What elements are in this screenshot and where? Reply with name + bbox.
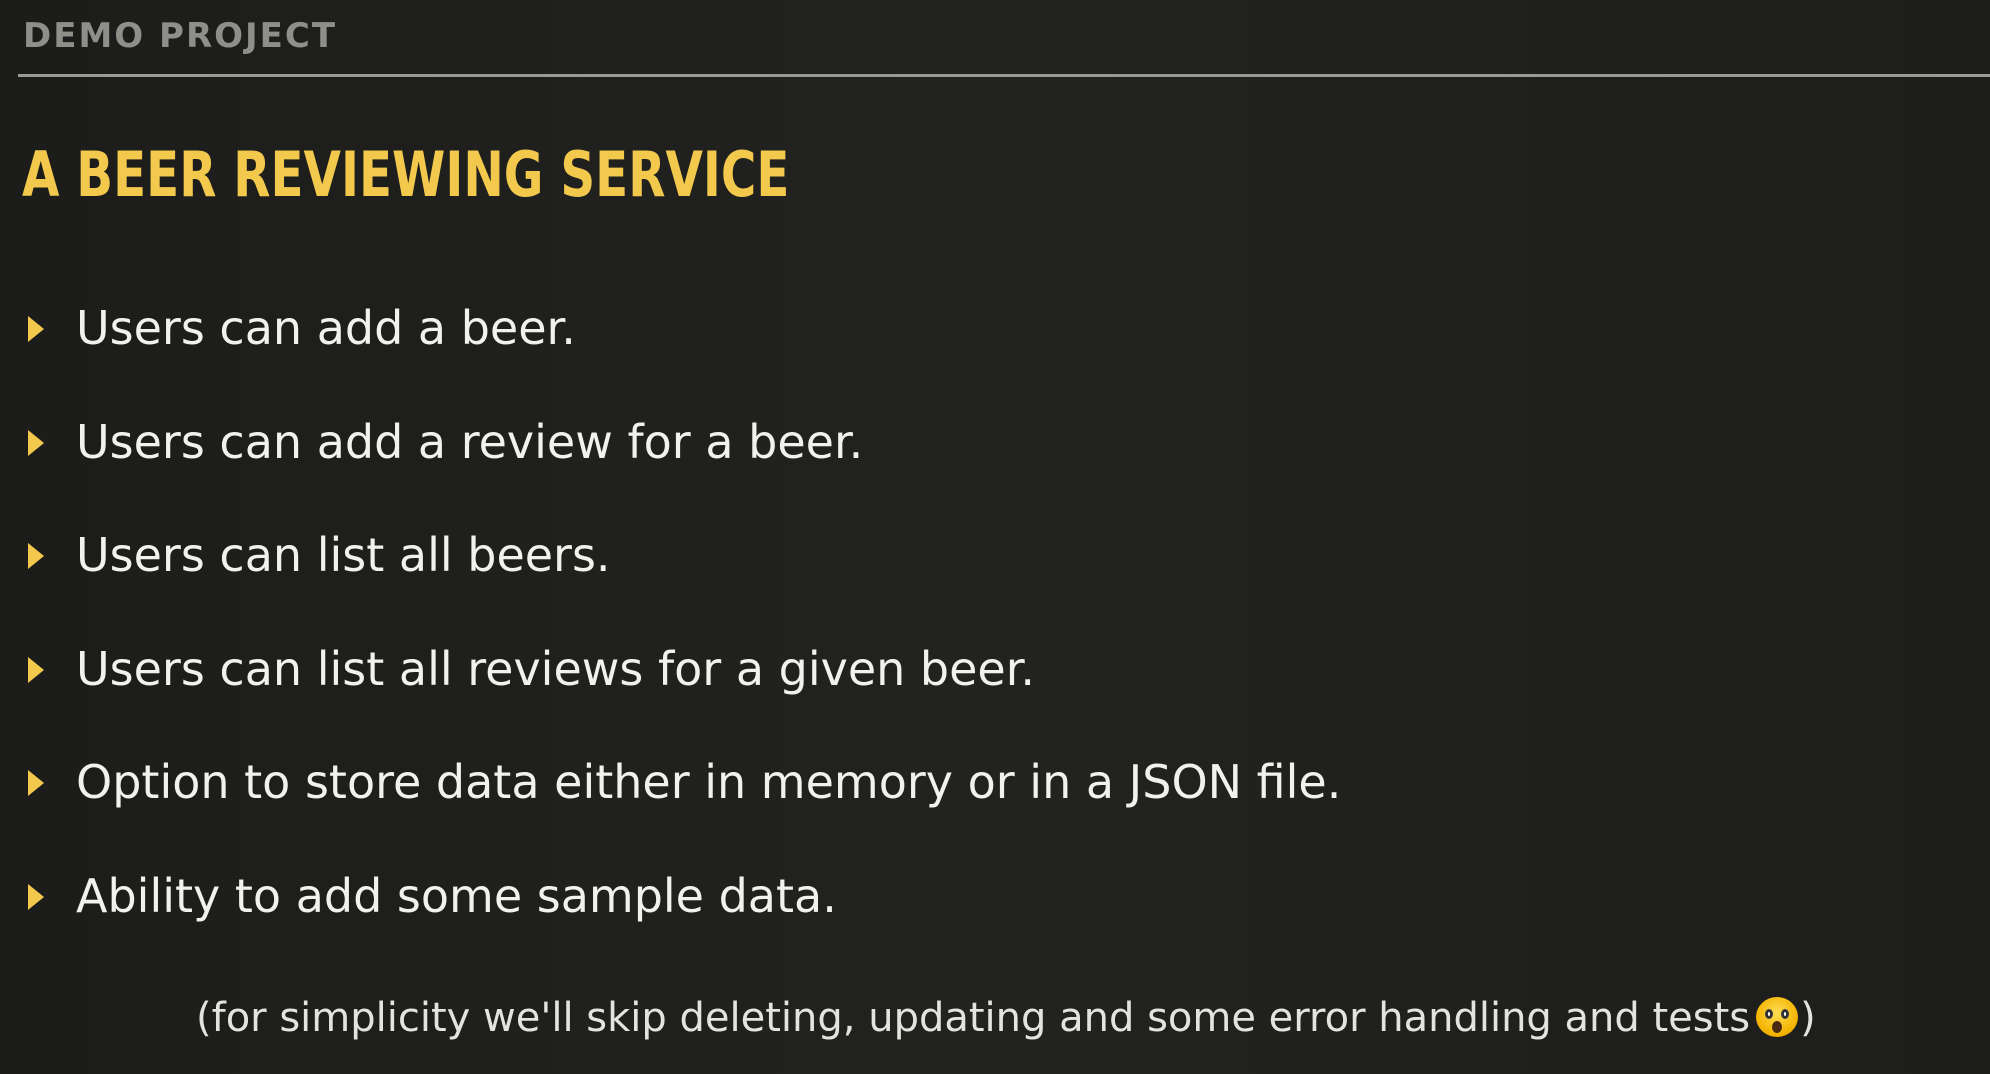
slide: DEMO PROJECT A BEER REVIEWING SERVICE Us… bbox=[0, 0, 1990, 1074]
footnote-close-paren: ) bbox=[1800, 995, 1816, 1041]
footnote-text: for simplicity we'll skip deleting, upda… bbox=[211, 995, 1751, 1041]
bullet-text: Ability to add some sample data. bbox=[76, 868, 837, 923]
emoji-mouth bbox=[1772, 1021, 1783, 1033]
list-item: Ability to add some sample data. bbox=[28, 858, 1341, 972]
triangle-bullet-icon bbox=[28, 770, 44, 797]
list-item: Users can list all beers. bbox=[28, 517, 1341, 631]
list-item: Users can list all reviews for a given b… bbox=[28, 631, 1341, 745]
triangle-bullet-icon bbox=[28, 316, 44, 342]
slide-title: A BEER REVIEWING SERVICE bbox=[22, 138, 790, 211]
triangle-bullet-icon bbox=[28, 429, 44, 456]
bullet-text: Users can list all beers. bbox=[76, 528, 611, 583]
list-item: Users can add a beer. bbox=[28, 290, 1341, 404]
bullet-list: Users can add a beer. Users can add a re… bbox=[28, 290, 1341, 972]
bullet-text: Users can add a review for a beer. bbox=[76, 414, 864, 469]
bullet-text: Users can list all reviews for a given b… bbox=[76, 641, 1036, 696]
triangle-bullet-icon bbox=[28, 656, 44, 683]
triangle-bullet-icon bbox=[28, 883, 44, 910]
footnote: (for simplicity we'll skip deleting, upd… bbox=[196, 990, 1816, 1046]
triangle-bullet-icon bbox=[28, 543, 44, 570]
bullet-text: Users can add a beer. bbox=[76, 301, 576, 355]
footnote-open-paren: ( bbox=[196, 995, 212, 1041]
list-item: Users can add a review for a beer. bbox=[28, 404, 1341, 518]
header-divider bbox=[18, 74, 1990, 77]
section-label: DEMO PROJECT bbox=[23, 16, 338, 56]
bullet-text: Option to store data either in memory or… bbox=[76, 755, 1342, 810]
scream-emoji-icon bbox=[1756, 997, 1799, 1037]
list-item: Option to store data either in memory or… bbox=[28, 744, 1341, 858]
